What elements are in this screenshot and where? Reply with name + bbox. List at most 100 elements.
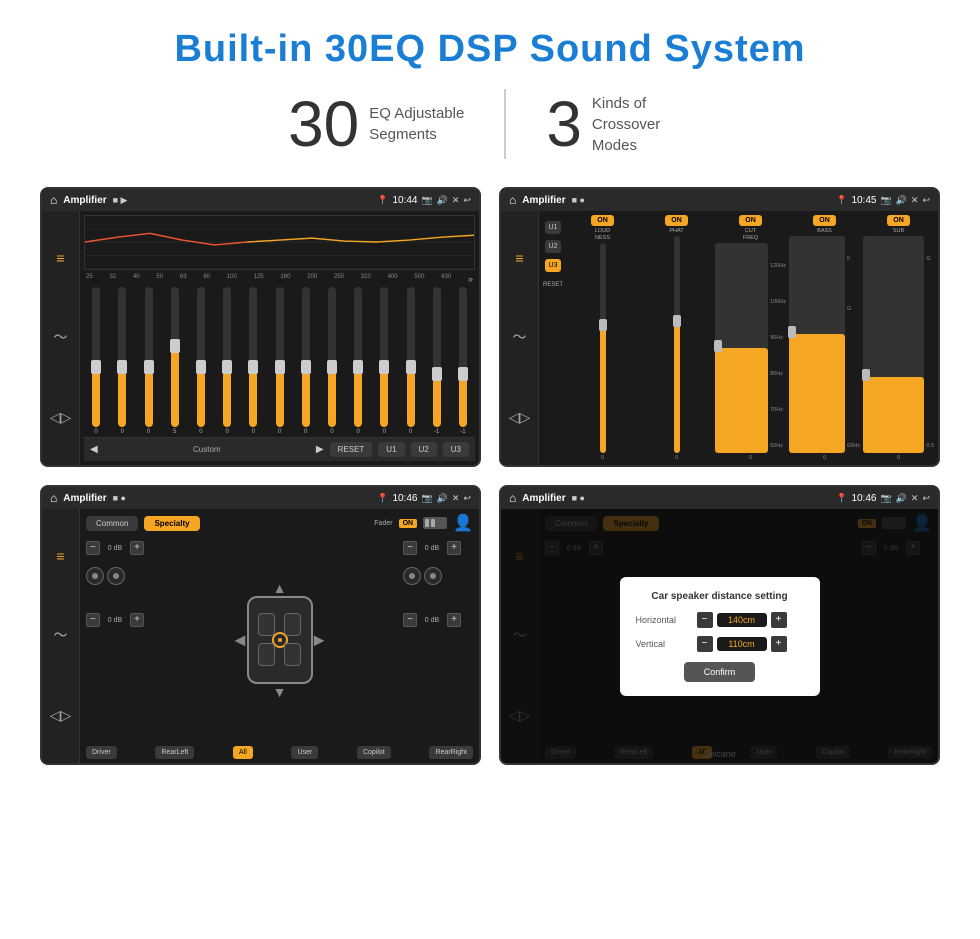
speaker-icon[interactable]: ◁▷: [50, 409, 72, 426]
x-icon-1: ✕: [452, 195, 460, 206]
more-freqs[interactable]: »: [468, 274, 473, 284]
slider-9[interactable]: 0: [294, 287, 318, 435]
vertical-minus-btn[interactable]: −: [697, 636, 713, 652]
user-btn[interactable]: User: [291, 746, 318, 759]
home-icon-4[interactable]: ⌂: [509, 491, 516, 505]
eq-number: 30: [288, 92, 359, 156]
freq-250: 250: [334, 274, 344, 284]
sp-wave-icon[interactable]: 〜: [54, 625, 68, 645]
next-icon[interactable]: ▶: [316, 444, 324, 455]
wave-icon[interactable]: 〜: [54, 327, 68, 347]
rr-seat: [284, 643, 301, 667]
amplifier-title-4: Amplifier: [522, 493, 565, 504]
status-bar-1: ⌂ Amplifier ■ ▶ 📍 10:44 📷 🔊 ✕ ↩: [42, 189, 479, 211]
rear-left-btn[interactable]: RearLeft: [155, 746, 194, 759]
horizontal-value: 140cm: [717, 613, 767, 627]
volume-icon-3: 🔊: [437, 493, 448, 504]
volume-icon-1: 🔊: [437, 195, 448, 206]
rr-minus-btn[interactable]: −: [403, 613, 417, 627]
slider-15[interactable]: -1: [451, 287, 475, 435]
cross-wave-icon[interactable]: 〜: [513, 327, 527, 347]
eq-icon[interactable]: ≡: [56, 250, 64, 266]
fr-minus-btn[interactable]: −: [403, 541, 417, 555]
horizontal-minus-btn[interactable]: −: [697, 612, 713, 628]
status-icons-3: 📍 10:46 📷 🔊 ✕ ↩: [377, 493, 471, 504]
phat-on[interactable]: ON: [665, 215, 688, 226]
u2-cross-btn[interactable]: U2: [545, 240, 562, 253]
horizontal-plus-btn[interactable]: +: [771, 612, 787, 628]
driver-btn[interactable]: Driver: [86, 746, 117, 759]
slider-12[interactable]: 0: [372, 287, 396, 435]
fader-on-badge[interactable]: ON: [399, 519, 418, 528]
sp-speaker-icon[interactable]: ◁▷: [50, 707, 72, 724]
home-icon-3[interactable]: ⌂: [50, 491, 57, 505]
slider-14[interactable]: -1: [425, 287, 449, 435]
cutfreq-on[interactable]: ON: [739, 215, 762, 226]
u1-btn[interactable]: U1: [378, 442, 404, 457]
u2-btn[interactable]: U2: [411, 442, 437, 457]
slider-13[interactable]: 0: [398, 287, 422, 435]
slider-4[interactable]: 5: [163, 287, 187, 435]
vertical-plus-btn[interactable]: +: [771, 636, 787, 652]
reset-label[interactable]: RESET: [543, 282, 563, 288]
slider-2[interactable]: 0: [110, 287, 134, 435]
bass-on[interactable]: ON: [813, 215, 836, 226]
back-icon-2[interactable]: ↩: [922, 195, 930, 206]
u3-btn[interactable]: U3: [443, 442, 469, 457]
rl-plus-btn[interactable]: +: [130, 613, 144, 627]
all-btn[interactable]: All: [233, 746, 253, 759]
fl-minus-btn[interactable]: −: [86, 541, 100, 555]
slider-7[interactable]: 0: [241, 287, 265, 435]
record-icon-4: ■ ●: [572, 493, 585, 503]
cross-left-panel: U1 U2 U3 RESET ON LOUDNESS: [539, 211, 938, 465]
fl-plus-btn[interactable]: +: [130, 541, 144, 555]
slider-11[interactable]: 0: [346, 287, 370, 435]
slider-3[interactable]: 0: [136, 287, 160, 435]
confirm-button[interactable]: Confirm: [684, 662, 756, 682]
back-icon-4[interactable]: ↩: [922, 493, 930, 504]
home-icon-1[interactable]: ⌂: [50, 193, 57, 207]
slider-5[interactable]: 0: [189, 287, 213, 435]
crossover-number: 3: [546, 92, 582, 156]
cross-speaker-icon[interactable]: ◁▷: [509, 409, 531, 426]
back-icon-1[interactable]: ↩: [463, 195, 471, 206]
loudness-on[interactable]: ON: [591, 215, 614, 226]
u1-cross-btn[interactable]: U1: [545, 221, 562, 234]
time-3: 10:46: [392, 493, 417, 504]
fl-db-control: − 0 dB +: [86, 541, 156, 555]
slider-6[interactable]: 0: [215, 287, 239, 435]
cross-eq-icon[interactable]: ≡: [515, 250, 523, 266]
cross-sidebar: ≡ 〜 ◁▷: [501, 211, 539, 465]
reset-btn[interactable]: RESET: [330, 442, 373, 457]
specialty-tab[interactable]: Specialty: [144, 516, 199, 531]
status-icons-4: 📍 10:46 📷 🔊 ✕ ↩: [836, 493, 930, 504]
prev-icon[interactable]: ◀: [90, 444, 98, 455]
sub-on[interactable]: ON: [887, 215, 910, 226]
slider-1[interactable]: 0: [84, 287, 108, 435]
sp-eq-icon[interactable]: ≡: [56, 548, 64, 564]
vertical-value-box: − 110cm +: [697, 636, 787, 652]
home-icon-2[interactable]: ⌂: [509, 193, 516, 207]
back-icon-3[interactable]: ↩: [463, 493, 471, 504]
rr-db-value: 0 dB: [420, 617, 444, 624]
pin-icon-3: 📍: [377, 493, 388, 504]
rear-right-btn[interactable]: RearRight: [429, 746, 473, 759]
eq-graph: [84, 215, 475, 270]
rr-plus-btn[interactable]: +: [447, 613, 461, 627]
u3-cross-btn[interactable]: U3: [545, 259, 562, 272]
copilot-btn[interactable]: Copilot: [357, 746, 391, 759]
freq-40: 40: [133, 274, 140, 284]
amplifier-title-3: Amplifier: [63, 493, 106, 504]
fr-plus-btn[interactable]: +: [447, 541, 461, 555]
freq-100: 100: [227, 274, 237, 284]
distance-dialog: Car speaker distance setting Horizontal …: [620, 577, 820, 696]
slider-8[interactable]: 0: [267, 287, 291, 435]
cross-main: U1 U2 U3 RESET ON LOUDNESS: [539, 211, 938, 465]
x-icon-3: ✕: [452, 493, 460, 504]
common-tab[interactable]: Common: [86, 516, 138, 531]
slider-10[interactable]: 0: [320, 287, 344, 435]
fader-slider[interactable]: [423, 517, 447, 529]
freq-320: 320: [361, 274, 371, 284]
rl-minus-btn[interactable]: −: [86, 613, 100, 627]
rl-seat: [258, 643, 275, 667]
